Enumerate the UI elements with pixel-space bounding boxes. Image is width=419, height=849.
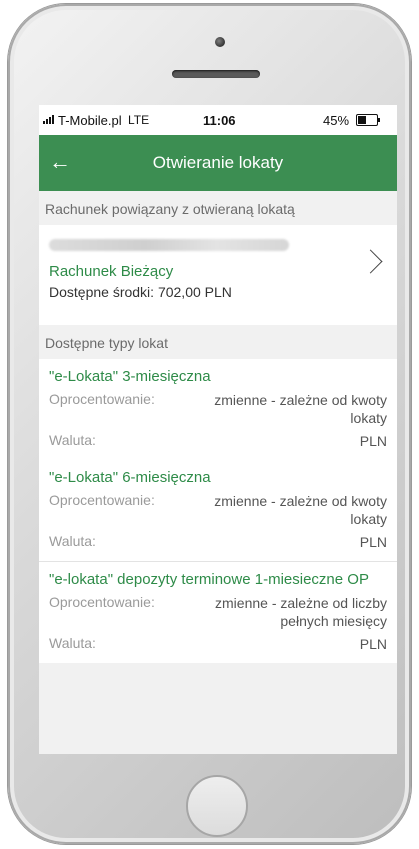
- deposit-name: "e-lokata" depozyty terminowe 1-miesiecz…: [49, 571, 369, 588]
- deposit-list: "e-Lokata" 3-miesięczna Oprocentowanie: …: [39, 359, 397, 663]
- app-bar: ← Otwieranie lokaty: [39, 135, 397, 191]
- interest-value: zmienne - zależne od kwoty lokaty: [214, 392, 387, 426]
- signal-icon: [43, 115, 54, 124]
- currency-row: Waluta: PLN: [49, 635, 387, 653]
- battery-icon: [356, 114, 380, 126]
- network-type: LTE: [128, 113, 150, 127]
- clock: 11:06: [203, 113, 236, 128]
- page-title: Otwieranie lokaty: [152, 153, 284, 172]
- available-funds: Dostępne środki: 702,00 PLN: [49, 284, 232, 300]
- currency-row: Waluta: PLN: [49, 533, 387, 551]
- interest-value: zmienne - zależne od kwoty lokaty: [214, 493, 387, 527]
- battery-percent: 45%: [323, 113, 350, 128]
- deposits-section-header: Dostępne typy lokat: [45, 335, 168, 351]
- earpiece-speaker: [172, 70, 260, 78]
- deposit-item[interactable]: "e-lokata" depozyty terminowe 1-miesiecz…: [39, 562, 397, 663]
- masked-account-number: [49, 239, 289, 251]
- front-camera: [215, 37, 225, 47]
- status-bar: T-Mobile.pl LTE 11:06 45%: [39, 105, 397, 135]
- phone-frame: T-Mobile.pl LTE 11:06 45% ← Otwieranie l…: [8, 4, 411, 844]
- interest-label: Oprocentowanie:: [49, 492, 155, 508]
- currency-value: PLN: [359, 636, 387, 652]
- battery-fill: [358, 116, 366, 124]
- currency-label: Waluta:: [49, 533, 96, 549]
- interest-label: Oprocentowanie:: [49, 594, 155, 610]
- deposit-name: "e-Lokata" 6-miesięczna: [49, 469, 211, 486]
- interest-value: zmienne - zależne od liczby pełnych mies…: [215, 595, 387, 629]
- screen: T-Mobile.pl LTE 11:06 45% ← Otwieranie l…: [39, 105, 397, 754]
- interest-label: Oprocentowanie:: [49, 391, 155, 407]
- interest-row: Oprocentowanie: zmienne - zależne od lic…: [49, 594, 387, 630]
- deposit-name: "e-Lokata" 3-miesięczna: [49, 368, 211, 385]
- currency-row: Waluta: PLN: [49, 432, 387, 450]
- carrier-name: T-Mobile.pl: [58, 113, 122, 128]
- currency-label: Waluta:: [49, 635, 96, 651]
- account-section-header: Rachunek powiązany z otwieraną lokatą: [45, 201, 295, 217]
- currency-value: PLN: [359, 534, 387, 550]
- deposit-item[interactable]: "e-Lokata" 3-miesięczna Oprocentowanie: …: [39, 359, 397, 460]
- deposit-item[interactable]: "e-Lokata" 6-miesięczna Oprocentowanie: …: [39, 460, 397, 561]
- interest-row: Oprocentowanie: zmienne - zależne od kwo…: [49, 391, 387, 427]
- currency-label: Waluta:: [49, 432, 96, 448]
- linked-account-card[interactable]: Rachunek Bieżący Dostępne środki: 702,00…: [39, 225, 397, 325]
- currency-value: PLN: [359, 433, 387, 449]
- home-button[interactable]: [186, 775, 248, 837]
- account-name: Rachunek Bieżący: [49, 263, 174, 280]
- interest-row: Oprocentowanie: zmienne - zależne od kwo…: [49, 492, 387, 528]
